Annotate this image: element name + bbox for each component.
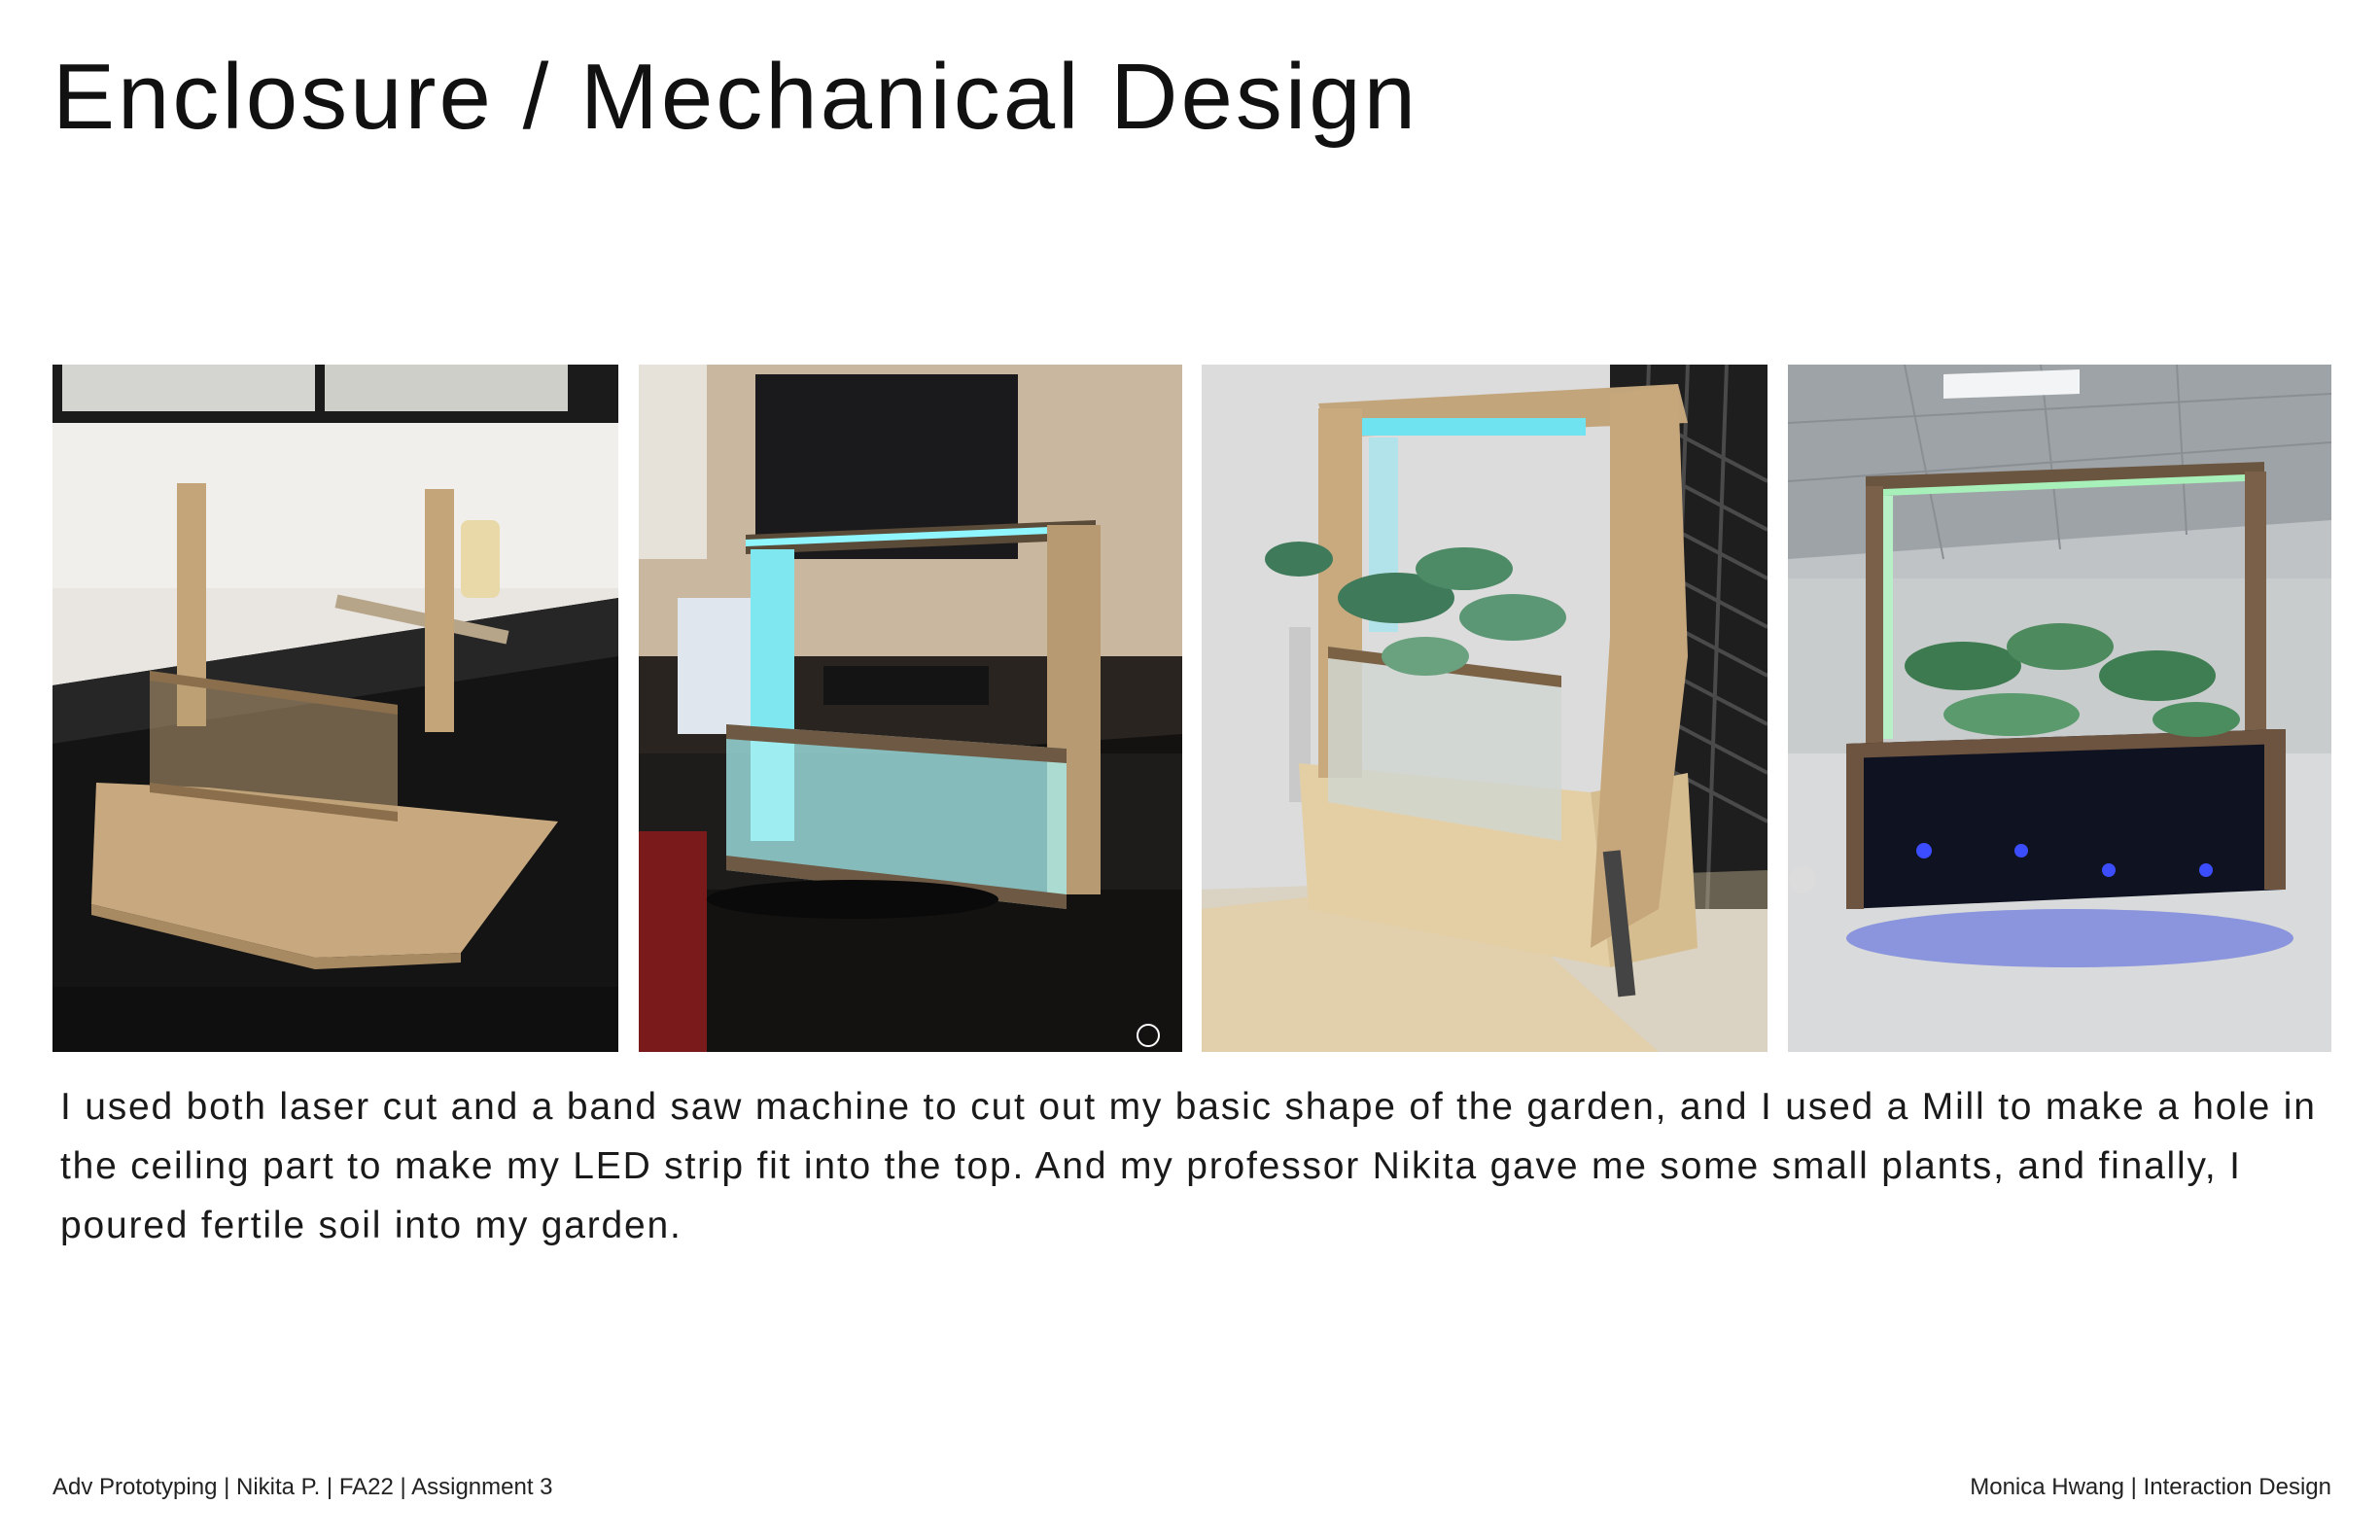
photo-led-frame-on-desk <box>639 365 1182 1052</box>
footer-author-info: Monica Hwang | Interaction Design <box>1970 1474 2331 1500</box>
description-paragraph: I used both laser cut and a band saw mac… <box>60 1086 2317 1246</box>
footer-course-info: Adv Prototyping | Nikita P. | FA22 | Ass… <box>52 1474 553 1500</box>
page-title: Enclosure / Mechanical Design <box>52 45 1418 149</box>
photo-mdf-frame-prototype <box>52 365 618 1052</box>
photo-final-garden-with-leds <box>1788 365 2331 1052</box>
photo-wooden-planter-with-plants <box>1202 365 1768 1052</box>
